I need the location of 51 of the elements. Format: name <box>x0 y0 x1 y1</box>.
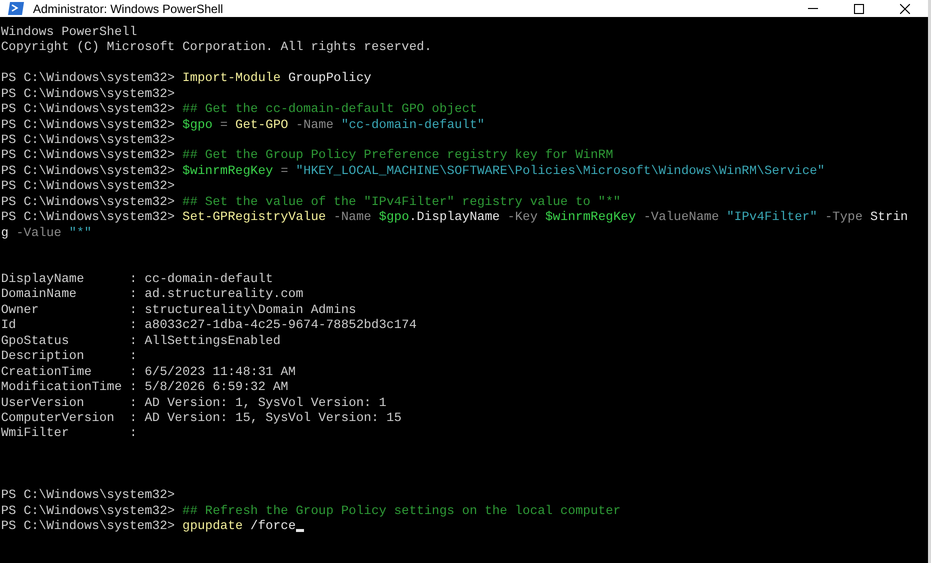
command-line: PS C:\Windows\system32> ## Get the cc-domain-default GPO object <box>1 102 478 118</box>
property-name: ComputerVersion <box>1 410 116 426</box>
property-name: ModificationTime <box>1 380 123 396</box>
minimize-icon <box>808 8 818 9</box>
property-name: GpoStatus <box>1 334 70 350</box>
property-name: CreationTime <box>1 364 93 380</box>
command-line: PS C:\Windows\system32> Import-Module GroupPolicy <box>1 71 372 87</box>
command-line: PS C:\Windows\system32> ## Get the Group Policy Preference registry key for WinRM <box>1 148 614 164</box>
property-value: AD Version: 1, SysVol Version: 1 <box>144 396 386 411</box>
property-separator: : <box>129 380 138 396</box>
property-separator: : <box>129 272 138 288</box>
property-name: Description <box>1 349 86 365</box>
property-separator: : <box>129 318 138 334</box>
command-line: PS C:\Windows\system32> gpupdate /force <box>1 519 296 534</box>
command-line: PS C:\Windows\system32> <box>1 133 176 148</box>
property-separator: : <box>129 426 138 442</box>
command-line: PS C:\Windows\system32> Set-GPRegistryValue -Name $gpo.DisplayName -Key $winrmRegKey -ValueName "IPv4Filter" -Type Strin <box>1 210 908 226</box>
property-separator: : <box>129 364 138 380</box>
property-separator: : <box>129 349 138 365</box>
wrapped-line: g -Value "*" <box>1 226 92 242</box>
command-line: PS C:\Windows\system32> <box>1 488 176 504</box>
property-separator: : <box>129 396 138 411</box>
banner-text: Windows PowerShell <box>1 25 138 40</box>
property-value: cc-domain-default <box>144 272 274 288</box>
command-line: PS C:\Windows\system32> $gpo = Get-GPO -Name "cc-domain-default" <box>1 118 485 134</box>
property-value: ad.structureality.com <box>144 287 304 303</box>
property-separator: : <box>129 302 138 318</box>
property-name: Id <box>1 318 18 334</box>
property-separator: : <box>129 287 138 303</box>
command-line: PS C:\Windows\system32> <box>1 86 176 102</box>
command-line: PS C:\Windows\system32> $winrmRegKey = "HKEY_LOCAL_MACHINE\SOFTWARE\Policies\Microsoft\Windows\WinRM\Service" <box>1 164 825 180</box>
maximize-icon <box>854 4 864 14</box>
close-icon <box>900 4 910 14</box>
command-line: PS C:\Windows\system32> <box>1 179 176 195</box>
property-separator: : <box>129 410 138 426</box>
property-value: 5/8/2026 6:59:32 AM <box>144 380 288 396</box>
banner-text: Copyright (C) Microsoft Corporation. All rights reserved. <box>1 40 433 56</box>
property-name: WmiFilter <box>1 426 70 442</box>
property-value: structureality\Domain Admins <box>144 302 356 318</box>
property-separator: : <box>129 334 138 350</box>
property-value: AllSettingsEnabled <box>144 334 281 350</box>
property-name: DisplayName <box>1 272 86 288</box>
property-value: AD Version: 15, SysVol Version: 15 <box>144 410 402 426</box>
command-line: PS C:\Windows\system32> ## Set the value of the "IPv4Filter" registry value to "*" <box>1 194 621 210</box>
property-name: Owner <box>1 302 40 318</box>
property-name: UserVersion <box>1 396 86 411</box>
window-title: Administrator: Windows PowerShell <box>33 0 224 18</box>
property-value: a8033c27-1dba-4c25-9674-78852bd3c174 <box>144 318 417 334</box>
property-value: 6/5/2023 11:48:31 AM <box>144 364 296 380</box>
property-name: DomainName <box>1 287 78 303</box>
command-line: PS C:\Windows\system32> ## Refresh the Group Policy settings on the local computer <box>1 504 621 520</box>
